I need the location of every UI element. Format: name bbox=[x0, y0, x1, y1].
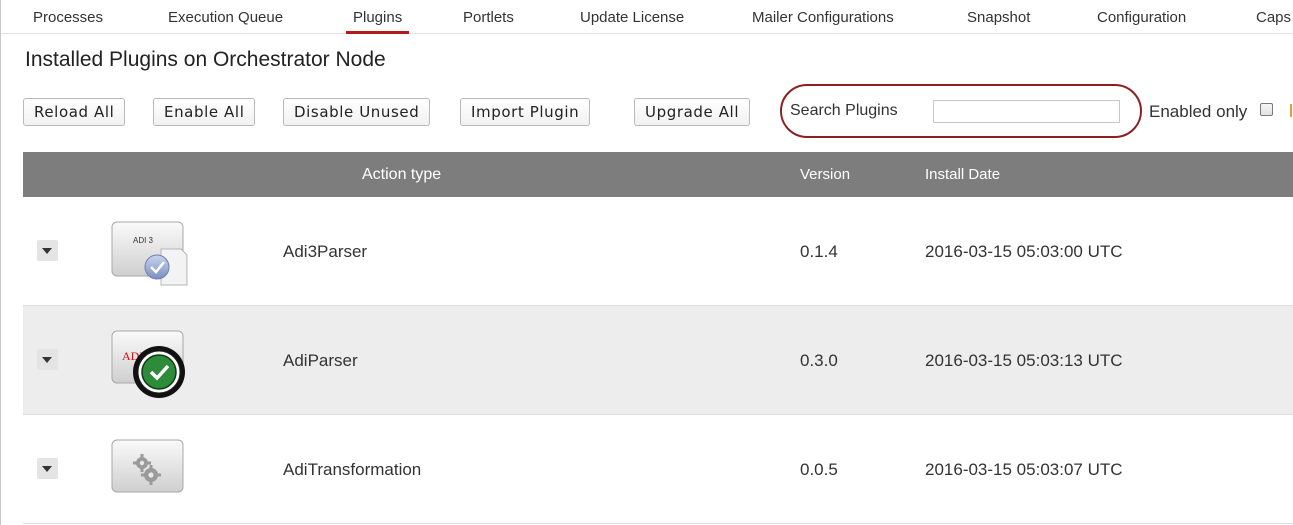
table-row: ADI AdiParser 0.3.0 2016-03-15 05:03:13 … bbox=[23, 306, 1293, 415]
enabled-only-checkbox[interactable] bbox=[1260, 103, 1273, 116]
disable-unused-button[interactable]: Disable Unused bbox=[283, 98, 431, 126]
plugin-install-date: 2016-03-15 05:03:13 UTC bbox=[925, 351, 1123, 370]
upgrade-all-button[interactable]: Upgrade All bbox=[634, 98, 751, 126]
search-plugins-input[interactable] bbox=[933, 100, 1120, 123]
table-row: AdiTransformation 0.0.5 2016-03-15 05:03… bbox=[23, 415, 1293, 524]
tab-plugins[interactable]: Plugins bbox=[345, 9, 410, 34]
plugin-name: AdiTransformation bbox=[283, 460, 422, 479]
plugin-name: Adi3Parser bbox=[283, 242, 368, 261]
column-header-action-type[interactable]: Action type bbox=[362, 166, 441, 184]
plugin-install-date: 2016-03-15 05:03:07 UTC bbox=[925, 460, 1123, 479]
enable-all-button[interactable]: Enable All bbox=[153, 98, 256, 126]
adi3-document-check-icon: ADI 3 bbox=[111, 221, 188, 286]
plugin-install-date: 2016-03-15 05:03:00 UTC bbox=[925, 242, 1123, 261]
plugin-version: 0.0.5 bbox=[800, 460, 838, 479]
tab-bar: Processes Execution Queue Plugins Portle… bbox=[1, 0, 1293, 34]
plugin-version: 0.3.0 bbox=[800, 351, 838, 370]
column-header-install-date[interactable]: Install Date bbox=[925, 166, 1000, 183]
reload-all-button[interactable]: Reload All bbox=[23, 98, 126, 126]
tab-mailer-configurations[interactable]: Mailer Configurations bbox=[752, 9, 894, 26]
expand-row-button[interactable] bbox=[37, 240, 58, 261]
table-row: ADI 3 Adi3Parser 0.1.4 2016-03-15 05:03:… bbox=[23, 197, 1293, 306]
plugin-name: AdiParser bbox=[283, 351, 358, 370]
plugins-page: Processes Execution Queue Plugins Portle… bbox=[0, 0, 1293, 525]
tab-portlets[interactable]: Portlets bbox=[463, 9, 514, 26]
column-header-version[interactable]: Version bbox=[800, 166, 850, 183]
tab-update-license[interactable]: Update License bbox=[580, 9, 684, 26]
search-plugins-label: Search Plugins bbox=[790, 102, 898, 119]
plugins-table-header: Action type Version Install Date bbox=[23, 152, 1293, 197]
svg-text:ADI 3: ADI 3 bbox=[133, 236, 154, 245]
import-plugin-button[interactable]: Import Plugin bbox=[460, 98, 591, 126]
gears-icon bbox=[111, 439, 184, 493]
adi-green-check-icon: ADI bbox=[111, 330, 185, 398]
tab-execution-queue[interactable]: Execution Queue bbox=[168, 9, 283, 26]
tab-processes[interactable]: Processes bbox=[33, 9, 103, 26]
tab-snapshot[interactable]: Snapshot bbox=[967, 9, 1030, 26]
enabled-only-label: Enabled only bbox=[1149, 102, 1248, 121]
search-plugins-group: Search Plugins bbox=[780, 84, 1142, 138]
plugin-version: 0.1.4 bbox=[800, 242, 838, 261]
expand-row-button[interactable] bbox=[37, 349, 58, 370]
tab-configuration[interactable]: Configuration bbox=[1097, 9, 1186, 26]
tab-caps[interactable]: Caps bbox=[1256, 9, 1291, 26]
page-title: Installed Plugins on Orchestrator Node bbox=[25, 48, 386, 71]
expand-row-button[interactable] bbox=[37, 458, 58, 479]
